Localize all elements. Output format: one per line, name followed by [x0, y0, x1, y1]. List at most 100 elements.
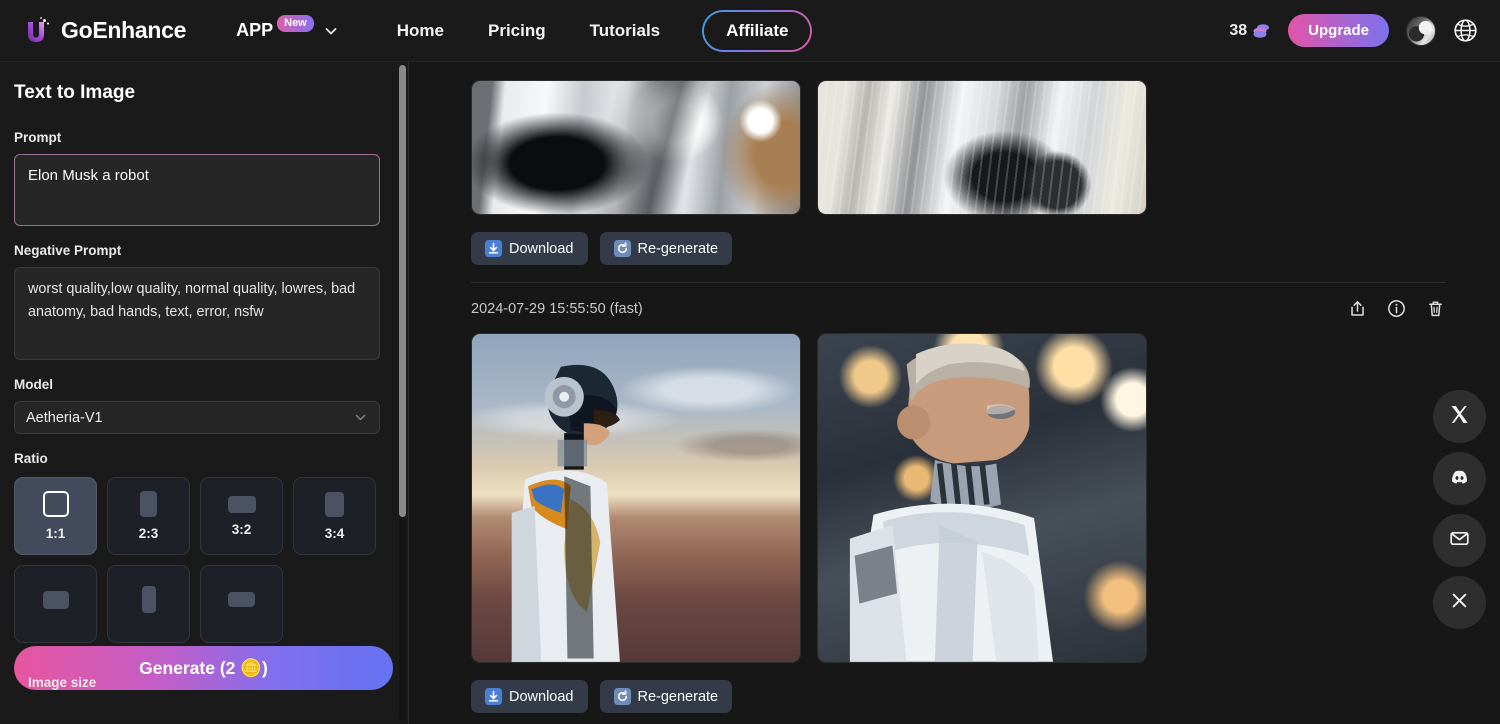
ratio-shape-icon [325, 491, 344, 517]
nav-item-affiliate[interactable]: Affiliate [702, 9, 813, 52]
ratio-option-row2-2[interactable] [107, 565, 190, 643]
ratio-shape-icon [227, 495, 256, 513]
main-nav: Home Pricing Tutorials Affiliate [397, 9, 813, 52]
ratio-shape-icon [42, 491, 69, 517]
image-size-label: Image size [28, 675, 97, 690]
result-set: Download Re-generate [471, 80, 1445, 283]
ratio-option-row2-1[interactable] [14, 565, 97, 643]
result-meta: 2024-07-29 15:55:50 (fast) [471, 299, 1445, 318]
ratio-shape-icon [228, 592, 255, 607]
negative-prompt-input[interactable] [14, 267, 380, 360]
result-set: 2024-07-29 15:55:50 (fast) Download Re-g… [471, 299, 1445, 713]
app-menu-dropdown[interactable]: APP New [236, 15, 339, 41]
ratio-option-label: 3:2 [231, 521, 252, 537]
chevron-down-icon [353, 410, 368, 425]
nav-item-tutorials[interactable]: Tutorials [590, 21, 661, 41]
model-select[interactable]: Aetheria-V1 [14, 401, 380, 434]
result-timestamp: 2024-07-29 15:55:50 (fast) [471, 300, 643, 317]
credits-value: 38 [1229, 21, 1248, 39]
app-root: GoEnhance APP New Home Pricing Tutorials… [0, 0, 1500, 724]
result-image[interactable] [471, 80, 801, 215]
generated-image-art [472, 334, 800, 662]
result-image-row [471, 80, 1445, 215]
prompt-label: Prompt [14, 130, 62, 145]
left-panel-scrollbar-thumb[interactable] [399, 65, 406, 517]
social-rail [1433, 390, 1486, 629]
ratio-option-row2-3[interactable] [200, 565, 283, 643]
social-email-button[interactable] [1433, 514, 1486, 567]
results-area: Download Re-generate 2024-07-29 15:55:50… [409, 62, 1500, 724]
ratio-option-3-4[interactable]: 3:4 [293, 477, 376, 555]
top-header: GoEnhance APP New Home Pricing Tutorials… [0, 0, 1500, 62]
nav-item-affiliate-label: Affiliate [726, 20, 789, 40]
brand-name: GoEnhance [61, 17, 187, 43]
chevron-down-icon [323, 23, 339, 39]
left-panel: Text to Image Prompt Negative Prompt Mod… [0, 62, 409, 724]
page-body: Text to Image Prompt Negative Prompt Mod… [0, 62, 1500, 724]
trash-icon[interactable] [1426, 299, 1445, 318]
page-title: Text to Image [14, 82, 136, 103]
nav-item-pricing[interactable]: Pricing [488, 21, 546, 41]
result-image-row [471, 333, 1445, 663]
new-badge: New [277, 15, 314, 32]
regenerate-button[interactable]: Re-generate [599, 680, 733, 713]
credits-display[interactable]: 38 [1229, 22, 1271, 40]
ratio-label: Ratio [14, 451, 48, 466]
coins-icon [1252, 22, 1271, 39]
email-icon [1449, 528, 1470, 554]
regenerate-button-label: Re-generate [637, 688, 719, 705]
ratio-option-label: 1:1 [45, 526, 66, 541]
header-actions: 38 Upgrade [1229, 14, 1478, 47]
result-image[interactable] [817, 80, 1147, 215]
ratio-option-1-1[interactable]: 1:1 [14, 477, 97, 555]
brand-logo[interactable]: GoEnhance [22, 15, 186, 47]
share-icon[interactable] [1348, 299, 1367, 318]
globe-icon[interactable] [1453, 18, 1478, 43]
download-button-label: Download [509, 240, 574, 257]
generated-image-art [818, 334, 1146, 662]
upgrade-button[interactable]: Upgrade [1288, 14, 1389, 47]
ratio-shape-icon [141, 586, 156, 613]
avatar[interactable] [1406, 15, 1436, 46]
result-image[interactable] [817, 333, 1147, 663]
result-divider [471, 282, 1445, 283]
download-button[interactable]: Download [471, 680, 588, 713]
result-image[interactable] [471, 333, 801, 663]
discord-icon [1449, 466, 1470, 492]
result-meta-actions [1348, 299, 1445, 318]
refresh-icon [613, 240, 631, 257]
ratio-option-2-3[interactable]: 2:3 [107, 477, 190, 555]
ratio-shape-icon [140, 491, 157, 517]
social-close-button[interactable] [1433, 576, 1486, 629]
generated-image-art [818, 81, 1146, 214]
left-panel-scroll-content: Text to Image Prompt Negative Prompt Mod… [0, 62, 399, 724]
x-twitter-icon [1449, 404, 1470, 430]
regenerate-button[interactable]: Re-generate [599, 232, 733, 265]
regenerate-button-label: Re-generate [637, 240, 719, 257]
model-label: Model [14, 377, 53, 392]
model-select-value: Aetheria-V1 [26, 409, 103, 426]
ratio-option-label: 3:4 [324, 525, 345, 541]
ratio-shape-icon [42, 590, 69, 609]
download-button-label: Download [509, 688, 574, 705]
nav-item-home[interactable]: Home [397, 21, 444, 41]
prompt-input[interactable] [14, 154, 380, 226]
results-list: Download Re-generate 2024-07-29 15:55:50… [471, 62, 1445, 713]
social-discord-button[interactable] [1433, 452, 1486, 505]
result-actions: Download Re-generate [471, 232, 1445, 265]
close-icon [1449, 590, 1470, 616]
ratio-option-3-2[interactable]: 3:2 [200, 477, 283, 555]
download-button[interactable]: Download [471, 232, 588, 265]
download-icon [485, 240, 502, 257]
ratio-grid: 1:1 2:3 3:2 3:4 [14, 477, 383, 643]
info-icon[interactable] [1387, 299, 1406, 318]
result-actions: Download Re-generate [471, 680, 1445, 713]
u-sparkle-logo-icon [22, 15, 52, 47]
generate-section: Generate (2 🪙) Image size [14, 646, 393, 690]
generated-image-art [472, 81, 800, 214]
app-menu-label: APP [236, 20, 274, 40]
refresh-icon [613, 688, 631, 705]
negative-prompt-label: Negative Prompt [14, 243, 122, 258]
download-icon [485, 688, 502, 705]
social-x-button[interactable] [1433, 390, 1486, 443]
